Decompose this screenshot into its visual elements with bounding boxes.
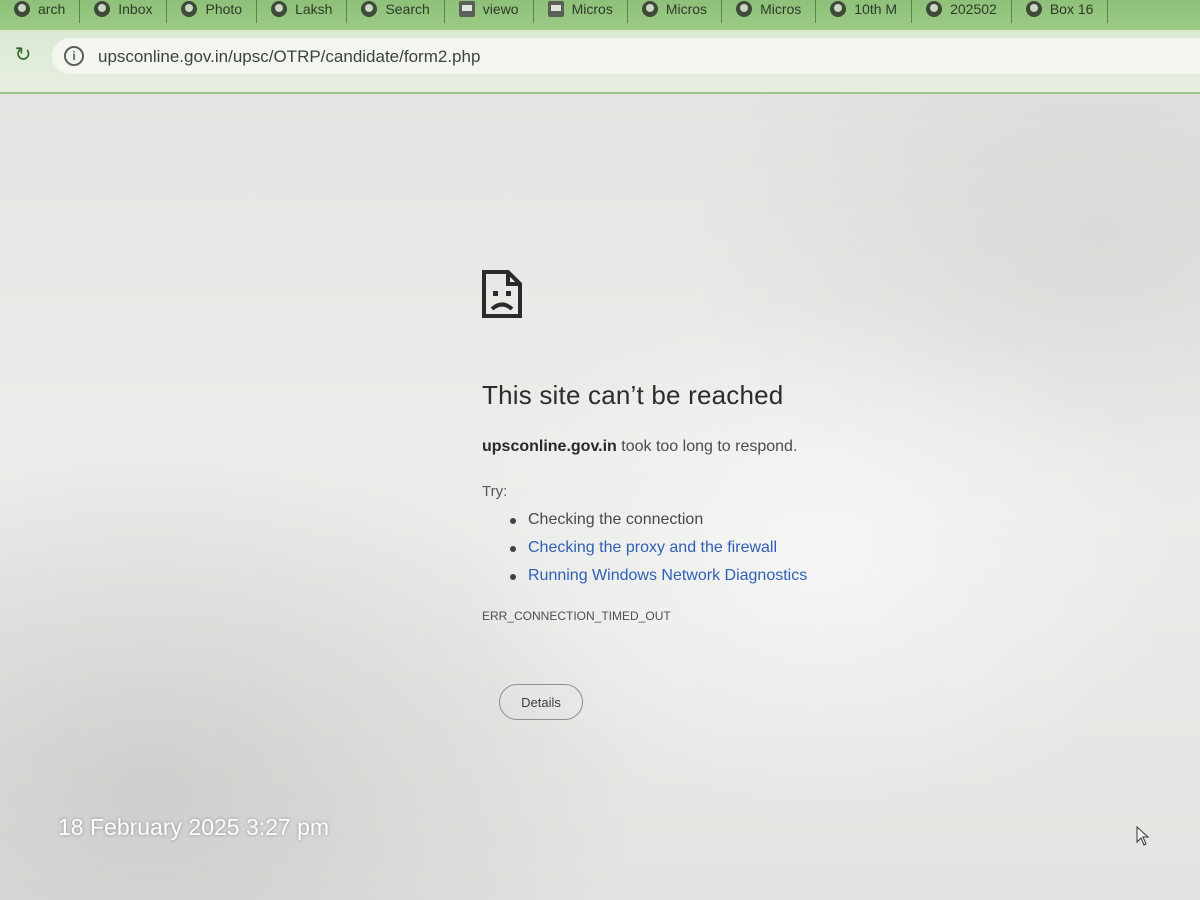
browser-toolbar: ↻ i upsconline.gov.in/upsc/OTRP/candidat… [0,30,1200,94]
tab-title: viewo [482,1,519,17]
tab[interactable]: Micros [534,0,628,23]
tab-title: 10th M [854,1,898,17]
error-title: This site can’t be reached [482,380,784,410]
suggestion-list: Checking the connection Checking the pro… [510,508,807,592]
tab-title: Box 16 [1049,1,1094,17]
tab-title: Micros [571,1,613,17]
tab[interactable]: Search [347,0,445,23]
tab[interactable]: viewo [445,0,534,23]
tab-title: Photo [205,1,243,17]
error-host: upsconline.gov.in [482,438,617,455]
tab[interactable]: arch [0,0,81,23]
document-icon [547,1,564,17]
globe-icon [271,1,288,17]
error-description: upsconline.gov.in took too long to respo… [482,438,797,456]
tab[interactable]: Box 16 [1012,0,1109,23]
reload-icon[interactable]: ↻ [12,44,34,66]
tab[interactable]: Inbox [80,0,168,23]
network-diagnostics-link[interactable]: Running Windows Network Diagnostics [528,567,807,584]
suggestion-item: Running Windows Network Diagnostics [510,564,807,592]
url-text[interactable]: upsconline.gov.in/upsc/OTRP/candidate/fo… [98,47,480,67]
globe-icon [1025,1,1042,17]
tab-title: 202502 [950,1,997,17]
suggestion-item: Checking the proxy and the firewall [510,536,807,564]
tab[interactable]: Micros [628,0,723,23]
tab-title: Micros [760,1,802,17]
tab[interactable]: Micros [722,0,817,23]
photo-timestamp: 18 February 2025 3:27 pm [58,814,330,840]
suggestion-item: Checking the connection [510,508,807,536]
tab-title: Inbox [118,1,153,17]
address-bar[interactable]: i upsconline.gov.in/upsc/OTRP/candidate/… [52,38,1200,74]
sad-page-icon [482,270,522,318]
error-message: took too long to respond. [616,438,798,455]
details-button[interactable]: Details [499,684,583,720]
tab-title: Search [385,1,430,17]
tab-strip: arch Inbox Photo Laksh Search viewo Micr… [0,0,1200,30]
page-background [0,92,1200,900]
tab-title: arch [38,1,66,17]
globe-icon [736,1,753,17]
site-info-icon[interactable]: i [64,46,84,66]
mouse-cursor-icon [1136,826,1150,846]
tab[interactable]: Photo [167,0,258,23]
tab-title: Micros [665,1,708,17]
tab[interactable]: Laksh [257,0,348,23]
globe-icon [641,1,658,17]
globe-icon [926,1,943,17]
try-label: Try: [482,483,508,500]
document-icon [458,1,475,17]
tab[interactable]: 10th M [816,0,913,23]
globe-icon [181,1,198,17]
error-code: ERR_CONNECTION_TIMED_OUT [482,609,671,623]
globe-icon [830,1,847,17]
globe-icon [94,1,111,17]
tab[interactable]: 202502 [912,0,1012,23]
globe-icon [361,1,378,17]
proxy-firewall-link[interactable]: Checking the proxy and the firewall [528,539,777,556]
globe-icon [14,1,30,17]
tab-title: Laksh [295,1,333,17]
